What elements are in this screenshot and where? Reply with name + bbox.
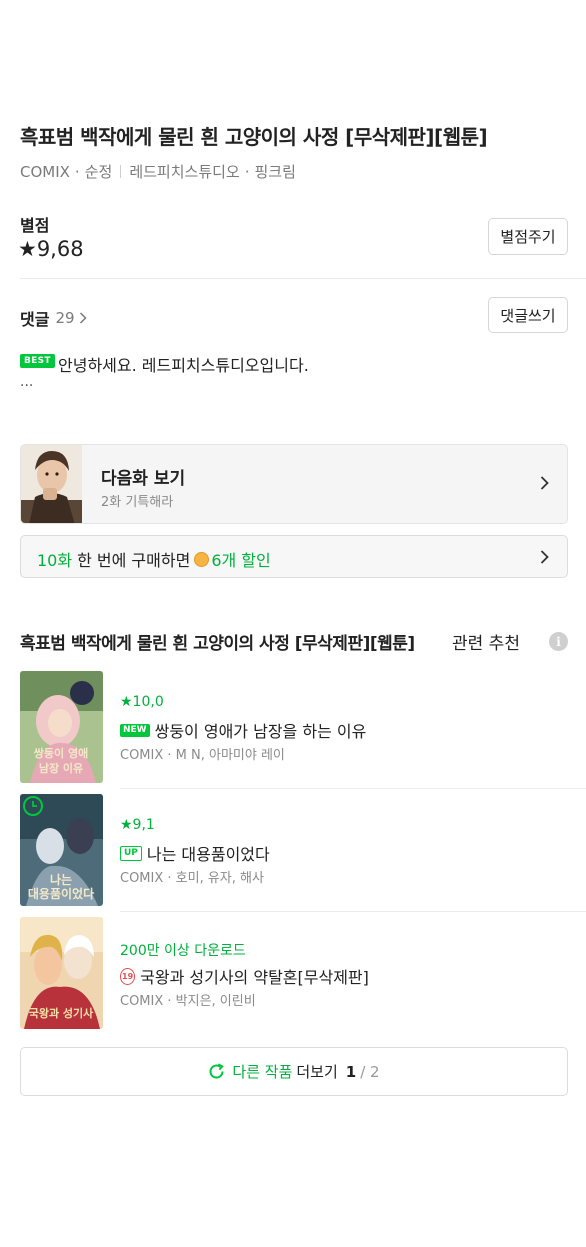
coin-icon xyxy=(194,551,210,567)
promo-episode-count: 10화 xyxy=(37,551,73,570)
total-pages: / 2 xyxy=(360,1062,380,1081)
svg-text:국왕과 성기사: 국왕과 성기사 xyxy=(29,1006,94,1020)
current-page: 1 xyxy=(345,1062,357,1081)
recommend-name: 19 국왕과 성기사의 약탈혼[무삭제판] xyxy=(120,964,369,988)
svg-text:대용품이었다: 대용품이었다 xyxy=(28,886,94,901)
comments-count: 29 xyxy=(55,309,75,327)
series-title: 흑표범 백작에게 물린 흰 고양이의 사정 [무삭제판][웹툰] xyxy=(20,125,488,149)
chevron-right-icon xyxy=(540,474,549,495)
recommend-rating: ★9,1 xyxy=(120,817,155,833)
meta-dot: · xyxy=(74,162,80,181)
recommend-thumbnail: 국왕과 성기사 xyxy=(20,917,103,1029)
next-episode-title: 다음화 보기 xyxy=(101,469,186,489)
recommend-item[interactable]: 국왕과 성기사 200만 이상 다운로드 19 국왕과 성기사의 약탈혼[무삭제… xyxy=(20,917,586,1039)
svg-text:나는: 나는 xyxy=(50,872,72,887)
bulk-purchase-promo[interactable]: 10화 한 번에 구매하면 6개 할인 xyxy=(20,535,568,578)
svg-text:쌍둥이 영애: 쌍둥이 영애 xyxy=(34,746,88,760)
promo-description: 한 번에 구매하면 xyxy=(77,551,191,570)
next-episode-card[interactable]: 다음화 보기 2화 기특해라 xyxy=(20,444,568,524)
recommend-meta: COMIX · 호미, 유자, 해사 xyxy=(120,871,264,886)
refresh-icon xyxy=(208,1063,225,1080)
best-comment-text[interactable]: 안녕하세요. 레드피치스튜디오입니다. xyxy=(58,352,309,376)
chevron-right-icon xyxy=(79,312,87,324)
next-episode-thumbnail xyxy=(21,445,82,523)
comments-link[interactable]: 댓글 29 xyxy=(20,306,87,330)
genre-link[interactable]: 순정 xyxy=(85,161,113,182)
rate-button[interactable]: 별점주기 xyxy=(488,218,568,255)
recommend-item[interactable]: 쌍둥이 영애 남장 이유 ★10,0 NEW 쌍둥이 영애가 남장을 하는 이유… xyxy=(20,671,586,793)
recommend-suffix: 관련 추천 xyxy=(452,634,520,654)
more-label-highlight: 다른 작품 xyxy=(232,1063,293,1081)
best-badge: BEST xyxy=(20,354,55,368)
info-icon[interactable]: i xyxy=(549,632,568,651)
recommend-thumbnail: 쌍둥이 영애 남장 이유 xyxy=(20,671,103,783)
new-badge: NEW xyxy=(120,723,150,737)
recommend-meta: COMIX · M N, 아마미야 레이 xyxy=(120,748,285,763)
more-works-button[interactable]: 다른 작품 더보기 1 / 2 xyxy=(20,1047,568,1096)
next-episode-subtitle: 2화 기특해라 xyxy=(101,495,174,510)
comment-more[interactable]: ... xyxy=(20,374,33,390)
meta-divider xyxy=(120,165,122,178)
recommend-download-badge: 200만 이상 다운로드 xyxy=(120,943,246,959)
recommend-name-text: 국왕과 성기사의 약탈혼[무삭제판] xyxy=(140,968,369,987)
series-meta: COMIX · 순정 레드피치스튜디오 · 핑크림 xyxy=(20,161,296,182)
publisher-link[interactable]: COMIX xyxy=(20,163,70,181)
recommend-name-text: 나는 대용품이었다 xyxy=(146,845,270,864)
chevron-right-icon xyxy=(540,548,549,569)
recommend-meta: COMIX · 박지은, 이린비 xyxy=(120,994,256,1009)
up-badge: UP xyxy=(120,845,142,861)
promo-text: 10화 한 번에 구매하면 6개 할인 xyxy=(37,547,271,571)
more-label: 더보기 xyxy=(296,1063,338,1081)
meta-dot: · xyxy=(244,162,250,181)
author-link[interactable]: 레드피치스튜디오 xyxy=(129,161,239,182)
write-comment-button[interactable]: 댓글쓰기 xyxy=(488,297,568,333)
row-divider xyxy=(120,788,586,789)
adult-badge: 19 xyxy=(120,967,136,985)
rating-value: ★9,68 xyxy=(18,237,84,261)
row-divider xyxy=(120,911,586,912)
rating-label: 별점 xyxy=(20,216,50,235)
svg-text:남장 이유: 남장 이유 xyxy=(39,761,83,775)
recommend-thumbnail: 나는 대용품이었다 xyxy=(20,794,103,906)
recommend-title: 흑표범 백작에게 물린 흰 고양이의 사정 [무삭제판][웹툰] xyxy=(20,634,415,654)
comments-label: 댓글 xyxy=(20,310,50,329)
artist-link[interactable]: 핑크림 xyxy=(255,161,296,182)
recommend-name: NEW 쌍둥이 영애가 남장을 하는 이유 xyxy=(120,718,366,742)
section-divider xyxy=(20,278,586,279)
recommend-rating: ★10,0 xyxy=(120,694,164,710)
recommend-item[interactable]: 나는 대용품이었다 ★9,1 UP 나는 대용품이었다 COMIX · 호미, … xyxy=(20,794,586,916)
promo-discount: 6개 할인 xyxy=(211,551,271,570)
recommend-name: UP 나는 대용품이었다 xyxy=(120,841,270,865)
recommend-name-text: 쌍둥이 영애가 남장을 하는 이유 xyxy=(154,722,367,741)
